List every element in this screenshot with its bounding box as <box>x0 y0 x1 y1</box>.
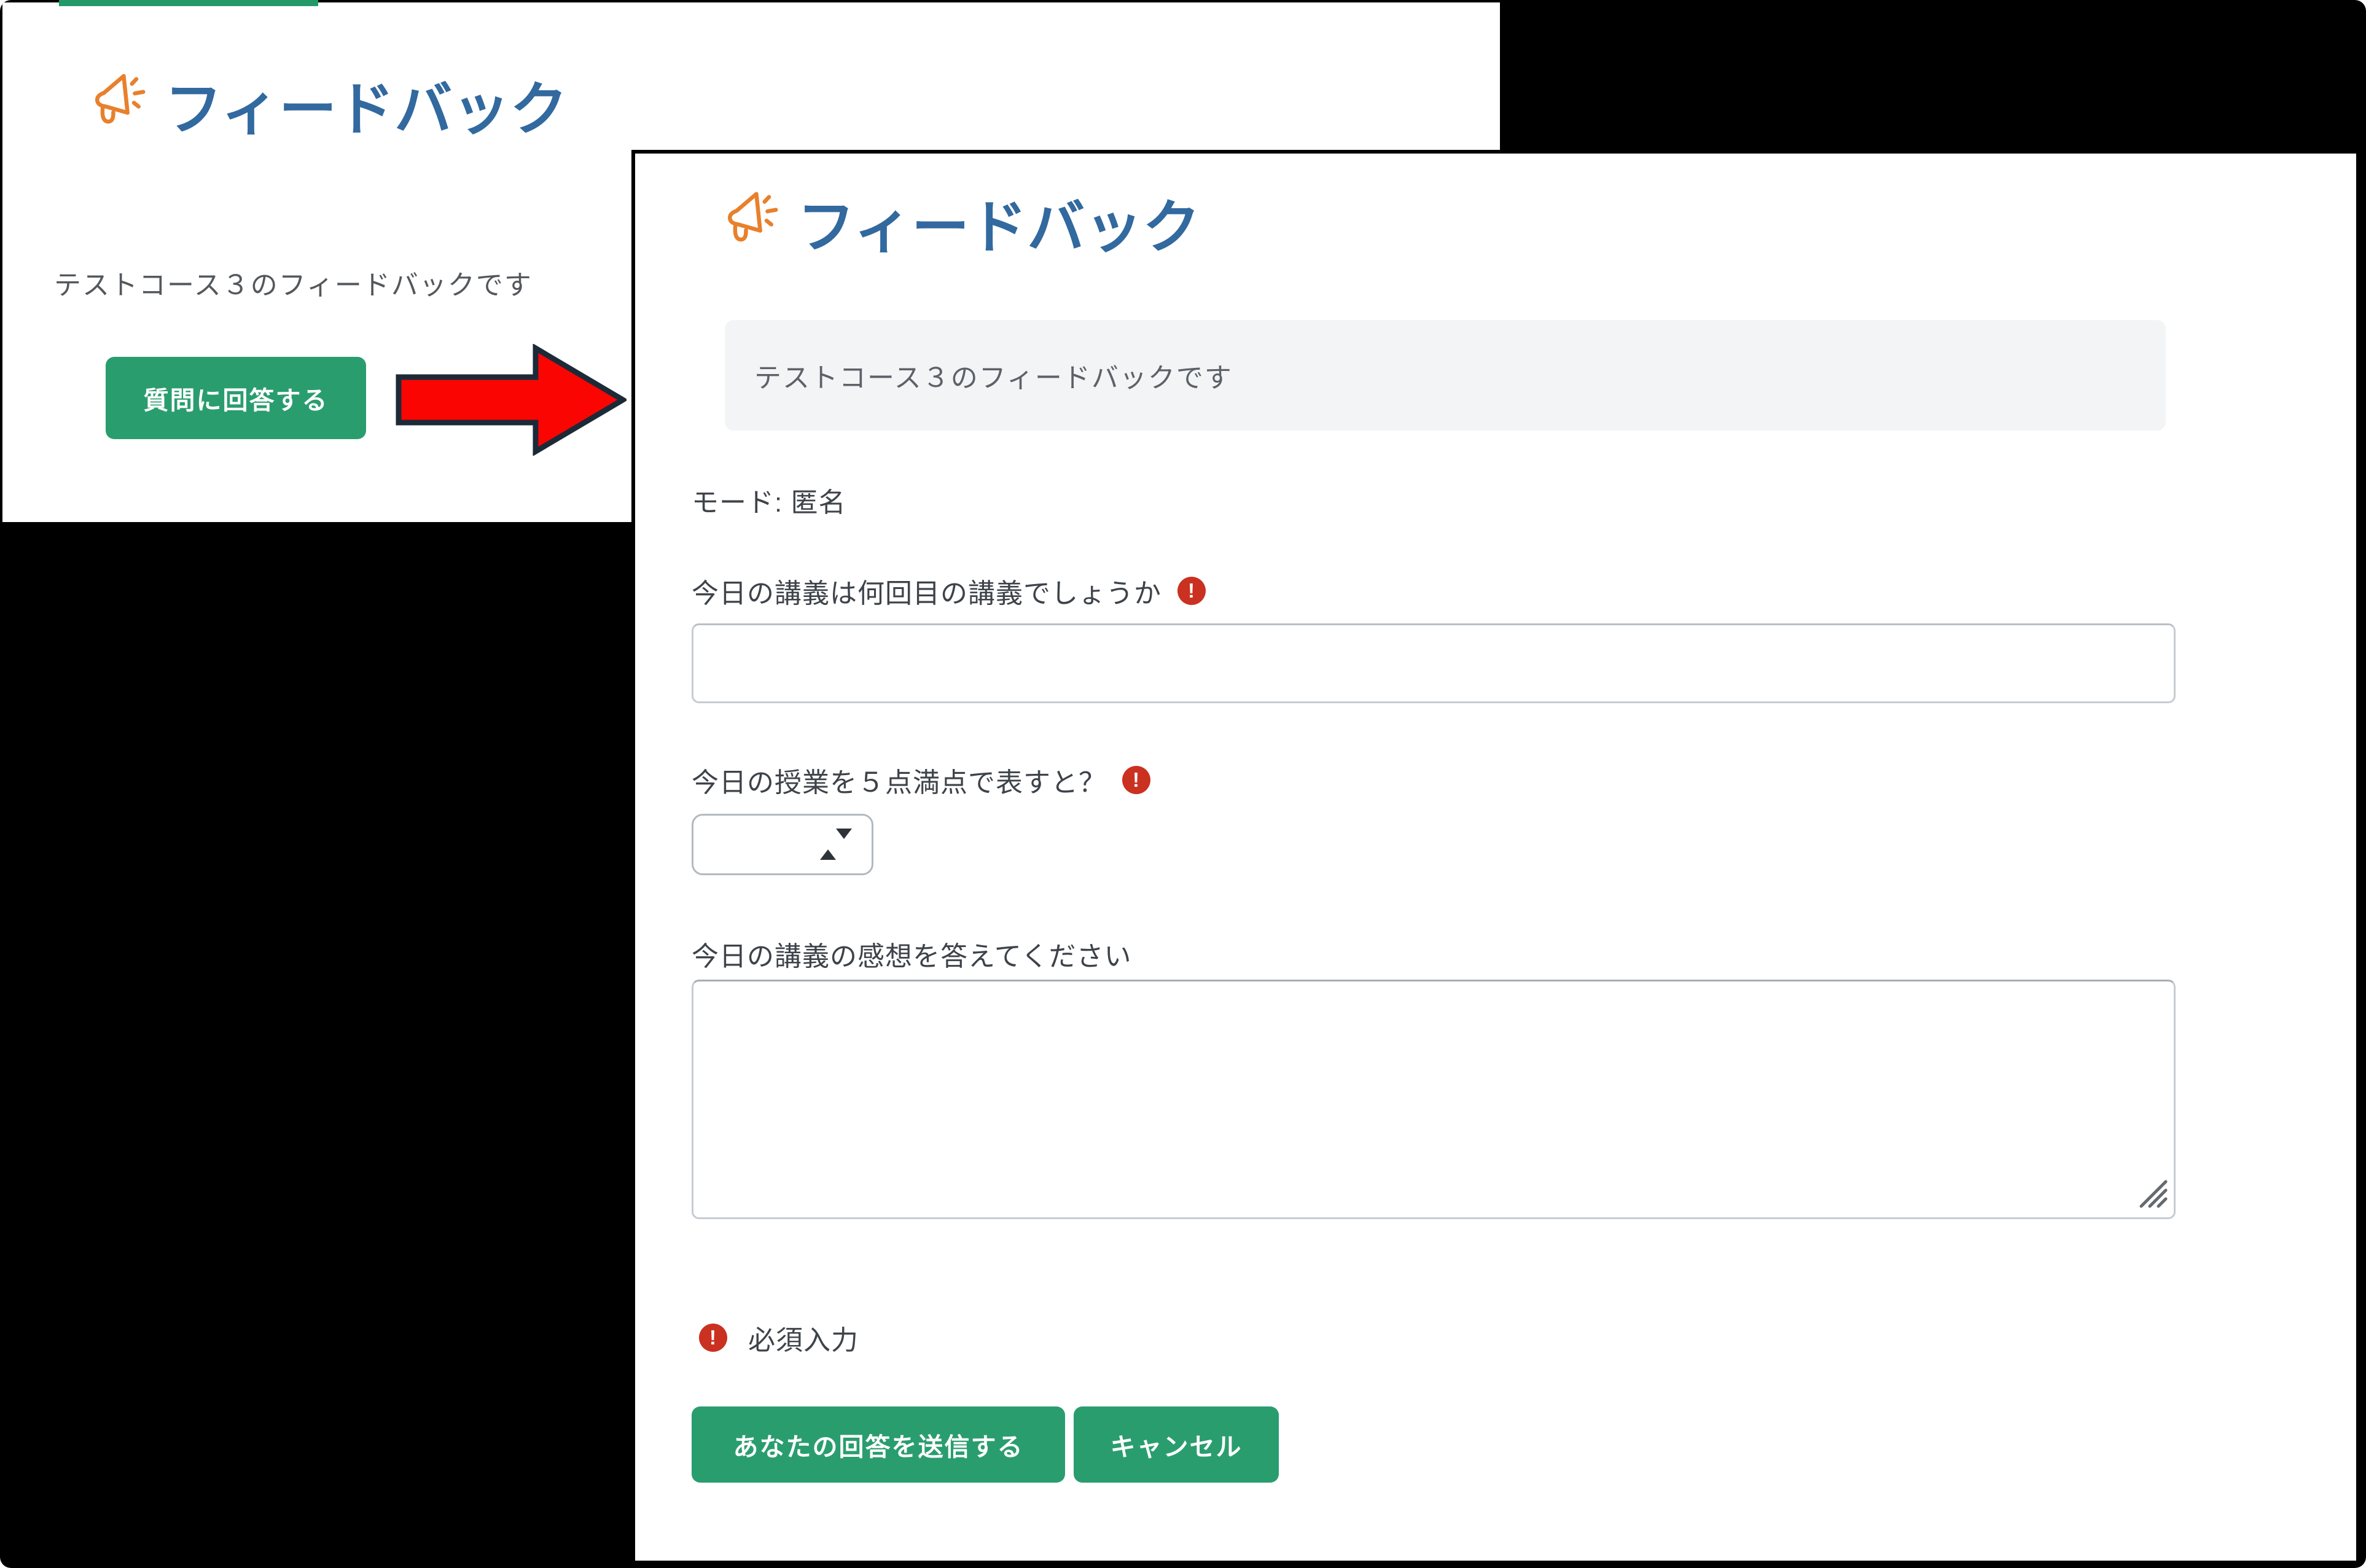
question-3-label: 今日の講義の感想を答えてください <box>692 934 1131 973</box>
overview-page-title: フィードバック <box>87 63 568 146</box>
megaphone-icon <box>87 67 149 142</box>
impression-textarea-wrap <box>692 980 2176 1219</box>
feedback-form-panel: フィードバック テストコース３のフィードバックです モード: 匿名 今日の講義は… <box>631 150 2360 1564</box>
required-legend-text: 必須入力 <box>748 1318 859 1357</box>
chevron-up-icon <box>820 839 836 860</box>
score-select[interactable] <box>692 814 873 875</box>
activity-description-box: テストコース３のフィードバックです <box>725 320 2166 431</box>
megaphone-icon <box>720 185 781 260</box>
submit-answers-button[interactable]: あなたの回答を送信する <box>692 1406 1065 1483</box>
question-2-label: 今日の授業を５点満点で表すと？ <box>692 760 1106 800</box>
question-2-label-row: 今日の授業を５点満点で表すと？ ! <box>692 760 1150 800</box>
overview-page-title-text: フィードバック <box>165 63 568 146</box>
cropped-green-button-fragment <box>59 0 318 6</box>
mode-label: モード: 匿名 <box>692 480 846 520</box>
overview-description: テストコース３のフィードバックです <box>54 263 533 302</box>
lecture-number-input[interactable] <box>692 623 2176 703</box>
required-icon: ! <box>1122 766 1150 794</box>
answer-questions-button[interactable]: 質問に回答する <box>106 357 366 439</box>
impression-textarea[interactable] <box>692 980 2176 1219</box>
chevron-down-icon <box>836 829 852 849</box>
resize-handle-icon[interactable] <box>2134 1174 2168 1212</box>
question-3-label-row: 今日の講義の感想を答えてください <box>692 934 1131 973</box>
form-page-title-text: フィードバック <box>797 181 1200 264</box>
required-icon: ! <box>1177 577 1206 605</box>
activity-description-text: テストコース３のフィードバックです <box>725 356 1233 395</box>
required-icon: ! <box>699 1324 727 1352</box>
cancel-button[interactable]: キャンセル <box>1074 1406 1279 1483</box>
question-1-label: 今日の講義は何回目の講義でしょうか <box>692 571 1162 610</box>
form-page-title: フィードバック <box>720 181 1200 264</box>
red-arrow-icon <box>396 344 627 456</box>
required-legend-row: ! 必須入力 <box>699 1318 859 1357</box>
select-arrows-icon <box>820 839 852 850</box>
question-1-label-row: 今日の講義は何回目の講義でしょうか ! <box>692 571 1206 610</box>
screenshot-canvas: フィードバック テストコース３のフィードバックです 質問に回答する <box>0 0 2366 1568</box>
